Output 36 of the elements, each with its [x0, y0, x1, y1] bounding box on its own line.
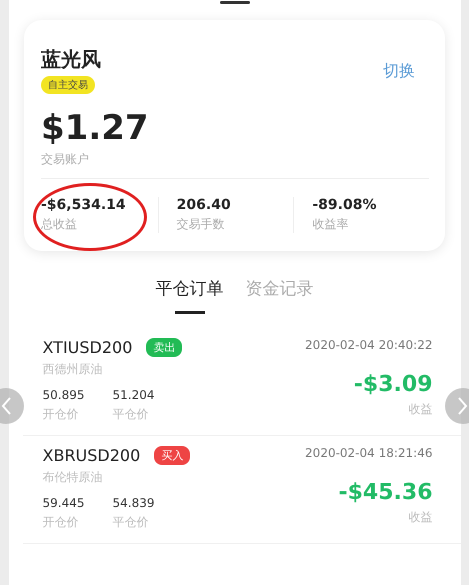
tab[interactable]: 平仓订单 — [156, 277, 224, 328]
switch-link[interactable]: 切换 — [383, 61, 415, 82]
stat-value: 206.40 — [176, 197, 232, 213]
stat-label: 收益率 — [312, 216, 350, 233]
close-price-label: 平仓价 — [112, 406, 150, 423]
stat-value: -$6,534.14 — [41, 197, 127, 213]
chevron-left-icon — [0, 397, 12, 415]
stat-label: 交易手数 — [176, 216, 226, 233]
drag-handle[interactable] — [220, 1, 250, 4]
order-symbol: XTIUSD200 — [42, 338, 132, 357]
profit-label: 收益 — [408, 509, 432, 526]
profit-label: 收益 — [408, 401, 432, 418]
account-name: 蓝光风 — [41, 46, 101, 72]
stat-value: -89.08% — [312, 197, 378, 213]
chevron-right-icon — [457, 397, 469, 415]
trade-tag: 自主交易 — [41, 76, 95, 94]
order-symbol: XBRUSD200 — [42, 446, 140, 465]
open-price: 59.445 — [42, 496, 84, 510]
order-profit: -$3.09 — [354, 372, 432, 397]
stat-label: 总收益 — [41, 216, 78, 233]
close-price-label: 平仓价 — [112, 514, 150, 531]
side-badge: 卖出 — [146, 338, 182, 357]
order-time: 2020-02-04 20:40:22 — [305, 338, 432, 352]
order-time: 2020-02-04 18:21:46 — [305, 446, 432, 460]
tab[interactable]: 资金记录 — [246, 277, 314, 328]
open-price: 50.895 — [42, 388, 84, 402]
balance: $1.27 — [41, 108, 150, 148]
order-profit: -$45.36 — [338, 480, 432, 505]
open-price-label: 开仓价 — [42, 406, 80, 423]
side-badge: 买入 — [154, 446, 190, 465]
close-price: 51.204 — [112, 388, 154, 402]
balance-label: 交易账户 — [41, 151, 90, 168]
close-price: 54.839 — [112, 496, 154, 510]
instrument-name: 布伦特原油 — [42, 469, 104, 486]
instrument-name: 西德州原油 — [42, 361, 104, 378]
open-price-label: 开仓价 — [42, 514, 80, 531]
